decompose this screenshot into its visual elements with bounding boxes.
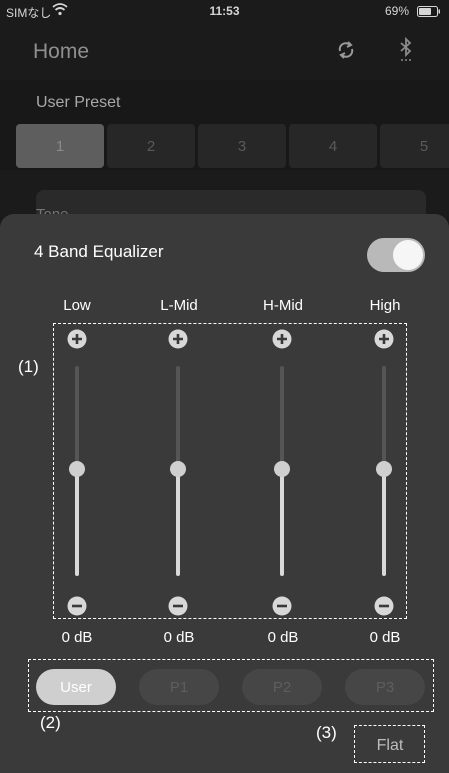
flat-button[interactable]: Flat xyxy=(362,731,418,761)
tab-preset-2[interactable]: 2 xyxy=(107,124,195,168)
equalizer-title: 4 Band Equalizer xyxy=(34,242,164,261)
nav-bar: Home xyxy=(0,22,449,80)
clock: 11:53 xyxy=(209,4,240,18)
preset-p2-button[interactable]: P2 xyxy=(242,669,322,705)
bluetooth-icon[interactable] xyxy=(396,36,416,64)
band-value-low: 0 dB xyxy=(61,629,93,646)
sync-icon[interactable] xyxy=(334,38,358,62)
preset-p3-button[interactable]: P3 xyxy=(345,669,425,705)
preset-p1-button[interactable]: P1 xyxy=(139,669,219,705)
band-label-low: Low xyxy=(63,297,91,314)
preset-user-button[interactable]: User xyxy=(36,669,116,705)
preset-tabs: 1 2 3 4 5 xyxy=(16,124,449,168)
tab-preset-3[interactable]: 3 xyxy=(198,124,286,168)
band-value-high: 0 dB xyxy=(369,629,401,646)
annotation-label-3: (3) xyxy=(316,723,337,742)
page-title: Home xyxy=(33,40,90,63)
tab-preset-5[interactable]: 5 xyxy=(380,124,449,168)
status-bar: SIMなし 11:53 69% xyxy=(0,0,449,22)
band-value-h-mid: 0 dB xyxy=(267,629,299,646)
app-screen: SIMなし 11:53 69% Home User Preset 1 2 3 4… xyxy=(0,0,449,773)
tab-preset-4[interactable]: 4 xyxy=(289,124,377,168)
equalizer-toggle[interactable] xyxy=(367,238,425,272)
toggle-knob xyxy=(393,240,423,270)
battery-icon xyxy=(417,6,440,17)
annotation-label-1: (1) xyxy=(18,357,39,376)
tab-preset-1[interactable]: 1 xyxy=(16,124,104,168)
annotation-label-2: (2) xyxy=(40,713,61,732)
band-label-l-mid: L-Mid xyxy=(160,297,198,314)
user-preset-label: User Preset xyxy=(36,94,121,111)
band-label-h-mid: H-Mid xyxy=(263,297,303,314)
band-value-l-mid: 0 dB xyxy=(163,629,195,646)
annotation-box-sliders xyxy=(53,323,407,619)
battery-percent: 69% xyxy=(384,4,409,18)
band-label-high: High xyxy=(369,297,401,314)
